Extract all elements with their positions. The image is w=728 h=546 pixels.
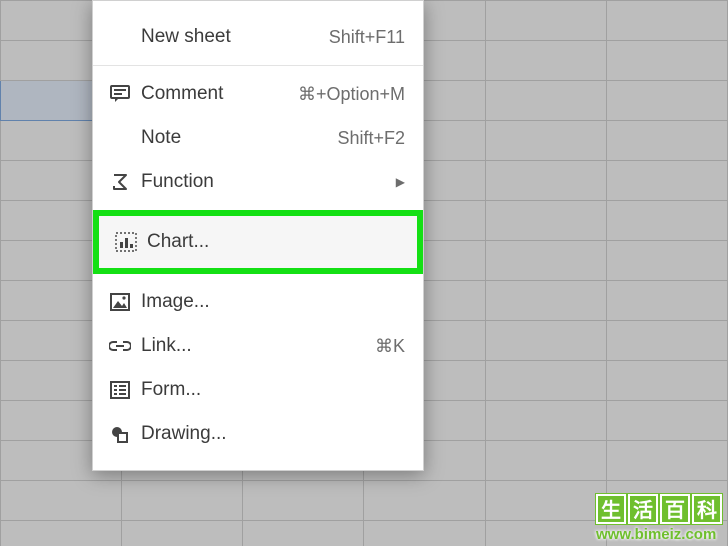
menu-item-new-sheet[interactable]: New sheet Shift+F11 [93,15,423,59]
menu-item-image[interactable]: Image... [93,280,423,324]
menu-item-label: New sheet [141,26,231,48]
watermark-char: 百 [660,494,690,524]
menu-item-label: Link... [141,335,192,357]
watermark-url: www.bimeiz.com [596,527,722,542]
watermark-char: 科 [692,494,722,524]
menu-item-comment[interactable]: Comment ⌘+Option+M [93,72,423,116]
watermark-char: 活 [628,494,658,524]
menu-item-link[interactable]: Link... ⌘K [93,324,423,368]
comment-icon [105,85,135,103]
highlighted-item: Chart... [93,210,423,274]
insert-menu: New sheet Shift+F11 Comment ⌘+Option+M N… [92,0,424,471]
drawing-icon [105,424,135,444]
link-icon [105,340,135,352]
menu-item-label: Comment [141,83,223,105]
menu-item-note[interactable]: Note Shift+F2 [93,116,423,160]
chart-icon [111,232,141,252]
form-icon [105,381,135,399]
menu-item-label: Form... [141,379,201,401]
submenu-arrow-icon: ▶ [396,175,405,189]
menu-item-label: Function [141,171,214,193]
menu-item-label: Image... [141,291,210,313]
menu-item-label: Chart... [147,231,209,253]
menu-item-shortcut: Shift+F11 [329,27,405,48]
watermark: 生 活 百 科 www.bimeiz.com [596,494,722,542]
image-icon [105,293,135,311]
menu-item-shortcut: Shift+F2 [337,128,405,149]
watermark-char: 生 [596,494,626,524]
menu-item-shortcut: ⌘K [375,336,405,357]
menu-item-form[interactable]: Form... [93,368,423,412]
menu-item-drawing[interactable]: Drawing... [93,412,423,456]
menu-item-function[interactable]: Function ▶ [93,160,423,204]
watermark-title: 生 活 百 科 [596,494,722,524]
menu-item-shortcut: ⌘+Option+M [298,84,405,105]
menu-separator [93,65,423,66]
menu-item-label: Drawing... [141,423,227,445]
menu-item-chart[interactable]: Chart... [99,216,417,268]
menu-item-label: Note [141,127,181,149]
sigma-icon [105,173,135,191]
